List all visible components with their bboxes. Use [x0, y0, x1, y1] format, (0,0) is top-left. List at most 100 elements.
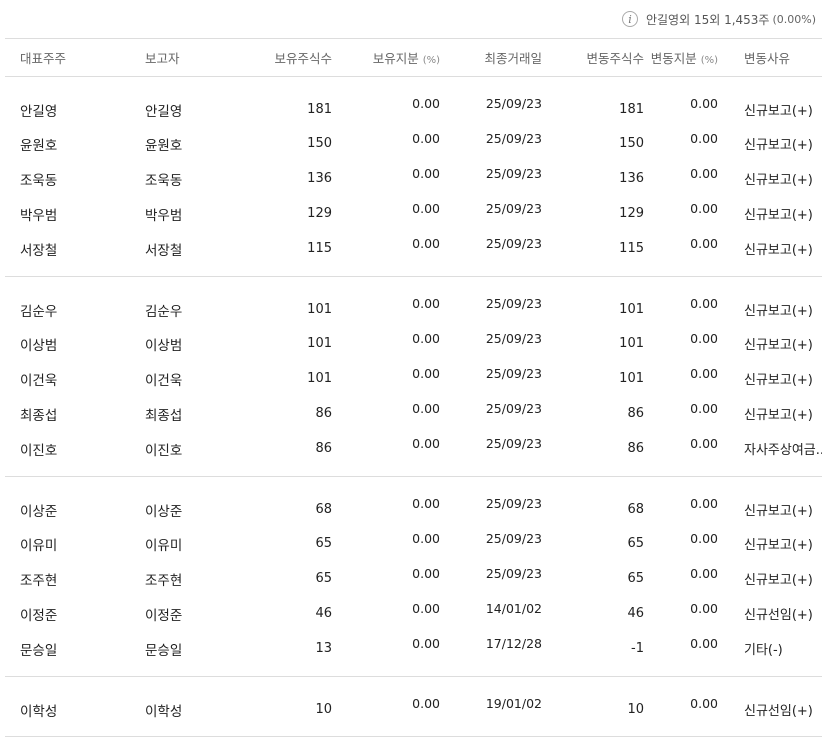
cell-last-trade-date: 25/09/23: [444, 231, 546, 277]
cell-shares-held: 13: [241, 631, 335, 677]
cell-change-stake: 0.00: [690, 531, 718, 546]
cell-representative: 최종섭: [20, 407, 58, 424]
cell-representative: 윤원호: [20, 137, 58, 154]
cell-reporter: 문승일: [130, 631, 241, 677]
cell-change-reason: 신규보고(+): [744, 338, 813, 353]
summary-text: 안길영외 15외 1,453주: [645, 12, 770, 27]
cell-stake: 0.00: [412, 331, 440, 346]
cell-last-trade-date: 25/09/23: [485, 566, 542, 581]
cell-change-reason: 신규보고(+): [744, 304, 813, 319]
col-stake-unit: (%): [422, 55, 440, 66]
cell-representative: 김순우: [20, 303, 58, 320]
cell-representative: 이진호: [5, 431, 130, 477]
cell-stake: 0.00: [412, 201, 440, 216]
cell-representative: 박우범: [20, 207, 58, 224]
cell-change-stake: 0.00: [648, 231, 722, 277]
cell-last-trade-date: 25/09/23: [485, 166, 542, 181]
table-row: 박우범 박우범 129 0.00 25/09/23 129 0.00 신규보고(+): [5, 196, 822, 231]
cell-shares-held: 86: [315, 406, 332, 421]
cell-stake: 0.00: [412, 401, 440, 416]
table-row: 조주현 조주현 65 0.00 25/09/23 65 0.00 신규보고(+): [5, 561, 822, 596]
cell-stake: 0.00: [335, 231, 444, 277]
cell-change-reason: 신규보고(+): [744, 138, 813, 153]
cell-change-stake: 0.00: [648, 431, 722, 477]
cell-representative: 이상준: [20, 503, 58, 520]
cell-change-stake: 0.00: [648, 676, 722, 737]
cell-stake: 0.00: [412, 166, 440, 181]
cell-change-shares: 101: [619, 302, 644, 317]
cell-change-reason: 기타(-): [722, 631, 822, 677]
info-icon[interactable]: i: [621, 11, 638, 27]
table-row: 이학성 이학성 10 0.00 19/01/02 10 0.00 신규선임(+): [5, 676, 822, 737]
cell-last-trade-date: 25/09/23: [485, 366, 542, 381]
table-row: 이상범 이상범 101 0.00 25/09/23 101 0.00 신규보고(+): [5, 326, 822, 361]
cell-shares-held: 129: [307, 206, 332, 221]
cell-change-reason: 신규보고(+): [744, 373, 813, 388]
cell-last-trade-date: 17/12/28: [444, 631, 546, 677]
table-row: 문승일 문승일 13 0.00 17/12/28 -1 0.00 기타(-): [5, 631, 822, 677]
cell-change-reason: 신규보고(+): [744, 573, 813, 588]
table-body: 안길영 안길영 181 0.00 25/09/23 181 0.00 신규보고(+) 윤원호 윤원…: [5, 77, 822, 737]
cell-change-shares: 136: [619, 171, 644, 186]
cell-stake: 0.00: [412, 96, 440, 111]
cell-last-trade-date: 25/09/23: [485, 96, 542, 111]
cell-shares-held: 101: [307, 336, 332, 351]
col-representative: 대표주주: [5, 38, 130, 77]
cell-change-shares: 68: [627, 502, 644, 517]
cell-change-shares: 86: [627, 406, 644, 421]
cell-shares-held: 101: [307, 302, 332, 317]
table-row: 최종섭 최종섭 86 0.00 25/09/23 86 0.00 신규보고(+): [5, 396, 822, 431]
cell-stake: 0.00: [335, 631, 444, 677]
cell-stake: 0.00: [412, 566, 440, 581]
cell-stake: 0.00: [412, 496, 440, 511]
cell-last-trade-date: 25/09/23: [485, 496, 542, 511]
shareholder-table: 대표주주 보고자 보유주식수 보유지분 (%) 최종거래일 변동주식수 변동지분…: [5, 38, 822, 737]
cell-change-reason: 신규보고(+): [744, 504, 813, 519]
cell-change-stake: 0.00: [690, 166, 718, 181]
cell-reporter: 최종섭: [145, 407, 183, 424]
table-row: 이진호 이진호 86 0.00 25/09/23 86 0.00 자사주상여금..: [5, 431, 822, 477]
cell-stake: 0.00: [412, 131, 440, 146]
cell-stake: 0.00: [412, 366, 440, 381]
col-change-stake: 변동지분 (%): [648, 38, 722, 77]
col-change-reason: 변동사유: [722, 38, 822, 77]
cell-change-stake: 0.00: [690, 96, 718, 111]
table-row: 김순우 김순우 101 0.00 25/09/23 101 0.00 신규보고(+): [5, 277, 822, 327]
cell-reporter: 이학성: [130, 676, 241, 737]
col-change-stake-label: 변동지분: [650, 51, 697, 66]
cell-stake: 0.00: [412, 601, 440, 616]
cell-shares-held: 68: [315, 502, 332, 517]
cell-shares-held: 181: [307, 102, 332, 117]
cell-last-trade-date: 25/09/23: [444, 431, 546, 477]
cell-last-trade-date: 25/09/23: [485, 401, 542, 416]
cell-change-shares: -1: [546, 631, 648, 677]
cell-shares-held: 65: [315, 536, 332, 551]
col-change-stake-unit: (%): [700, 55, 718, 66]
cell-reporter: 이진호: [130, 431, 241, 477]
cell-stake: 0.00: [335, 676, 444, 737]
cell-representative: 이학성: [5, 676, 130, 737]
cell-last-trade-date: 25/09/23: [485, 296, 542, 311]
cell-shares-held: 65: [315, 571, 332, 586]
col-stake-label: 보유지분: [372, 51, 419, 66]
cell-change-reason: 자사주상여금..: [722, 431, 822, 477]
cell-reporter: 안길영: [145, 103, 183, 120]
cell-shares-held: 86: [241, 431, 335, 477]
cell-change-stake: 0.00: [690, 401, 718, 416]
cell-representative: 이정준: [20, 607, 58, 624]
cell-change-stake: 0.00: [690, 496, 718, 511]
cell-change-reason: 신규보고(+): [722, 231, 822, 277]
shareholder-panel: i 안길영외 15외 1,453주 (0.00%) 대표주주 보고자 보유주식수…: [0, 0, 822, 737]
cell-representative: 서장철: [5, 231, 130, 277]
table-row: 조욱동 조욱동 136 0.00 25/09/23 136 0.00 신규보고(+): [5, 161, 822, 196]
cell-change-shares: 101: [619, 371, 644, 386]
cell-change-reason: 신규선임(+): [744, 608, 813, 623]
col-last-trade-date: 최종거래일: [444, 38, 546, 77]
cell-change-shares: 129: [619, 206, 644, 221]
cell-reporter: 서장철: [130, 231, 241, 277]
cell-change-stake: 0.00: [648, 631, 722, 677]
cell-reporter: 이유미: [145, 537, 183, 554]
cell-reporter: 조욱동: [145, 172, 183, 189]
cell-change-reason: 신규보고(+): [744, 208, 813, 223]
cell-last-trade-date: 25/09/23: [485, 131, 542, 146]
